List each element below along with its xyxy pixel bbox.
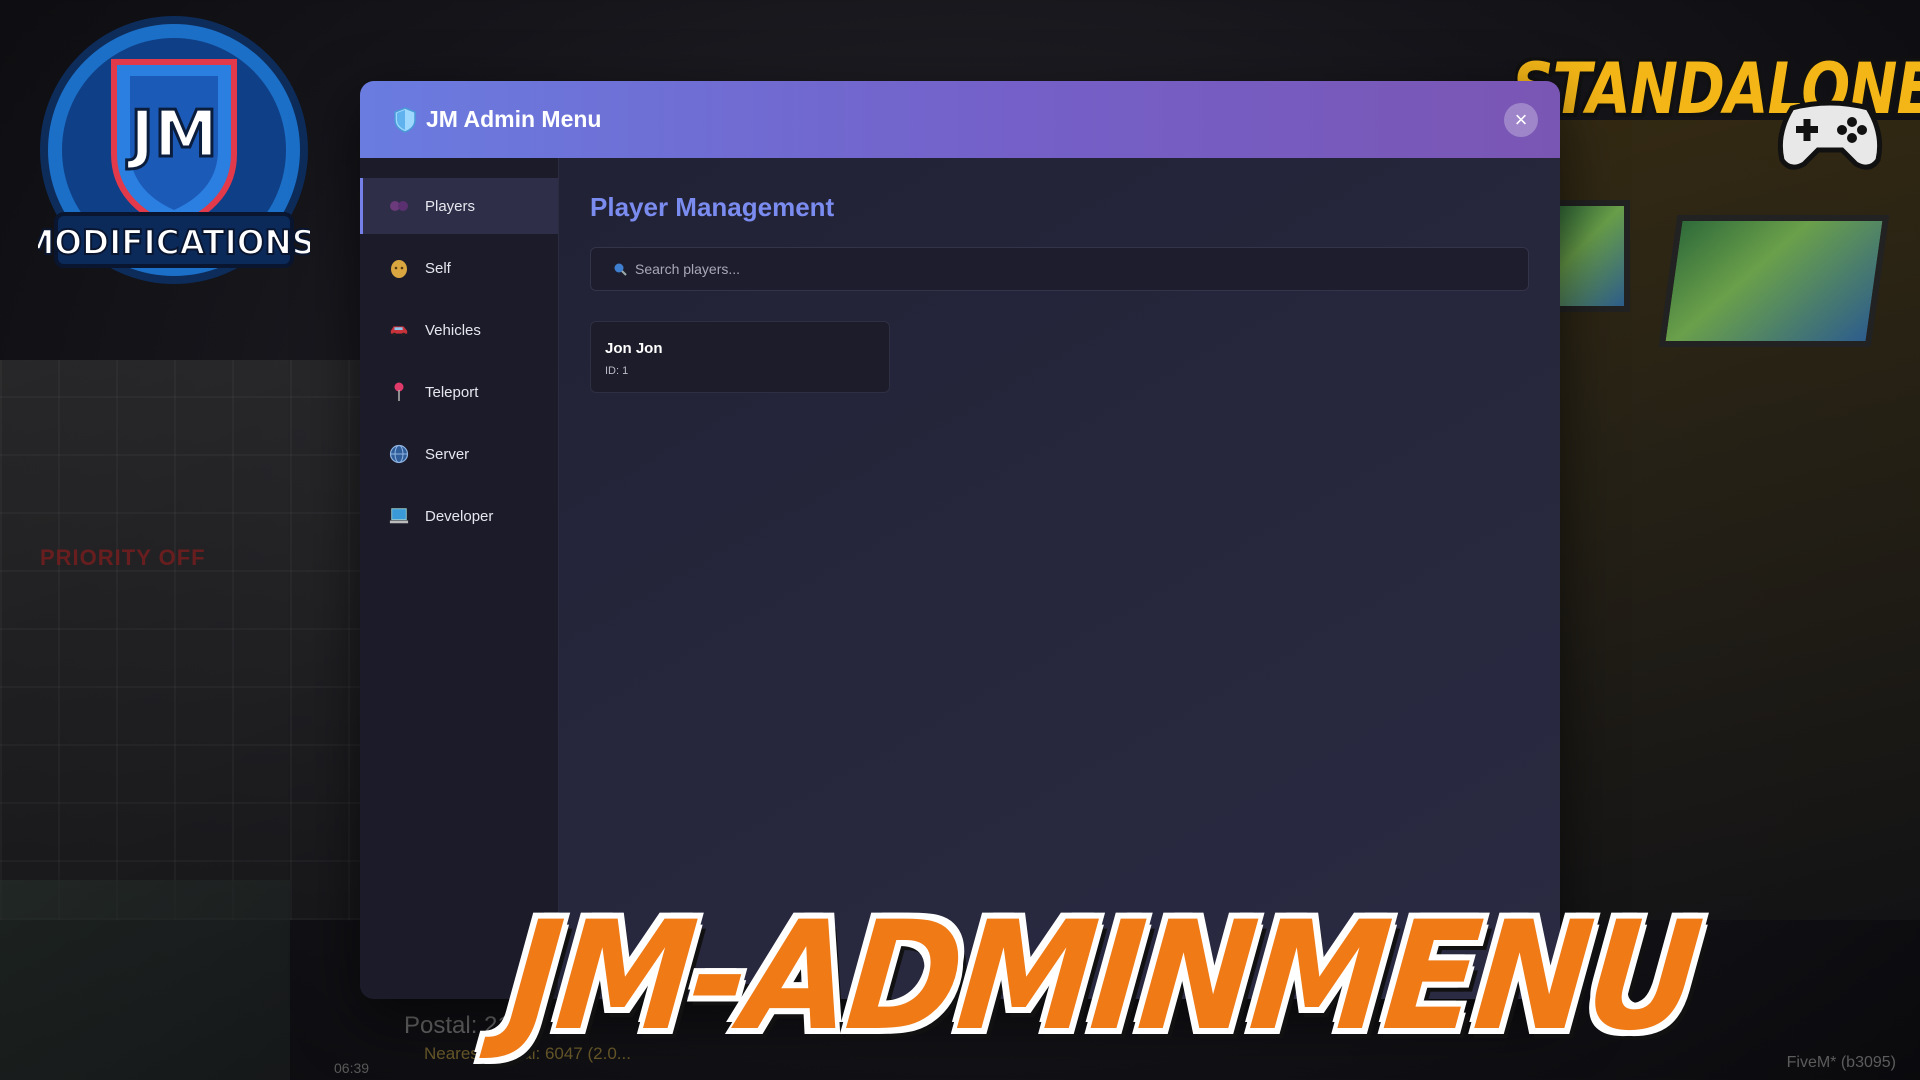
shield-icon bbox=[394, 106, 416, 133]
title-banner: JM-ADMINMENU bbox=[501, 890, 1705, 1064]
face-icon bbox=[389, 258, 409, 278]
sidebar-item-label: Players bbox=[425, 197, 476, 215]
sidebar-item-label: Server bbox=[425, 445, 470, 463]
background-monitor bbox=[1548, 200, 1630, 312]
gamepad-icon bbox=[1777, 100, 1883, 170]
sidebar-item-vehicles[interactable]: Vehicles bbox=[360, 302, 558, 358]
sidebar-nav: Players Self Vehicles Teleport Server De… bbox=[360, 158, 559, 999]
close-button[interactable]: × bbox=[1504, 103, 1538, 137]
player-name: Jon Jon bbox=[605, 340, 663, 357]
jm-modifications-logo: JM MODIFICATIONS bbox=[38, 16, 310, 284]
sidebar-item-developer[interactable]: Developer bbox=[360, 488, 558, 544]
background-monitor bbox=[1658, 215, 1890, 347]
pin-icon bbox=[389, 382, 409, 402]
window-titlebar: JM Admin Menu × bbox=[360, 81, 1560, 158]
search-placeholder: Search players... bbox=[635, 261, 741, 277]
laptop-icon bbox=[389, 506, 409, 526]
minimap bbox=[0, 880, 290, 1080]
admin-menu-window: JM Admin Menu × Players Self Vehicles Te… bbox=[360, 81, 1560, 999]
priority-status: PRIORITY OFF bbox=[40, 545, 206, 570]
sidebar-item-label: Developer bbox=[425, 507, 494, 525]
sidebar-item-label: Vehicles bbox=[425, 321, 481, 339]
logo-jm-text: JM bbox=[126, 98, 218, 172]
search-icon bbox=[614, 263, 627, 276]
people-icon bbox=[389, 196, 409, 216]
hud-clock: 06:39 bbox=[334, 1060, 370, 1076]
page-title: Player Management bbox=[590, 192, 835, 222]
sidebar-item-label: Self bbox=[425, 259, 451, 277]
background-tile-wall bbox=[0, 360, 360, 920]
sidebar-item-server[interactable]: Server bbox=[360, 426, 558, 482]
player-card[interactable]: Jon Jon ID: 1 bbox=[590, 321, 890, 393]
sidebar-item-players[interactable]: Players bbox=[360, 178, 558, 234]
main-content: Player Management Search players... Jon … bbox=[559, 158, 1560, 999]
logo-modifications-text: MODIFICATIONS bbox=[38, 222, 310, 262]
search-input[interactable]: Search players... bbox=[590, 247, 1529, 291]
car-icon bbox=[389, 320, 409, 340]
player-id: ID: 1 bbox=[605, 365, 629, 377]
sidebar-item-label: Teleport bbox=[425, 383, 479, 401]
player-list: Jon Jon ID: 1 bbox=[590, 321, 1529, 393]
window-title: JM Admin Menu bbox=[426, 106, 602, 132]
sidebar-item-self[interactable]: Self bbox=[360, 240, 558, 296]
globe-icon bbox=[389, 444, 409, 464]
client-version: FiveM* (b3095) bbox=[1786, 1054, 1896, 1071]
sidebar-item-teleport[interactable]: Teleport bbox=[360, 364, 558, 420]
